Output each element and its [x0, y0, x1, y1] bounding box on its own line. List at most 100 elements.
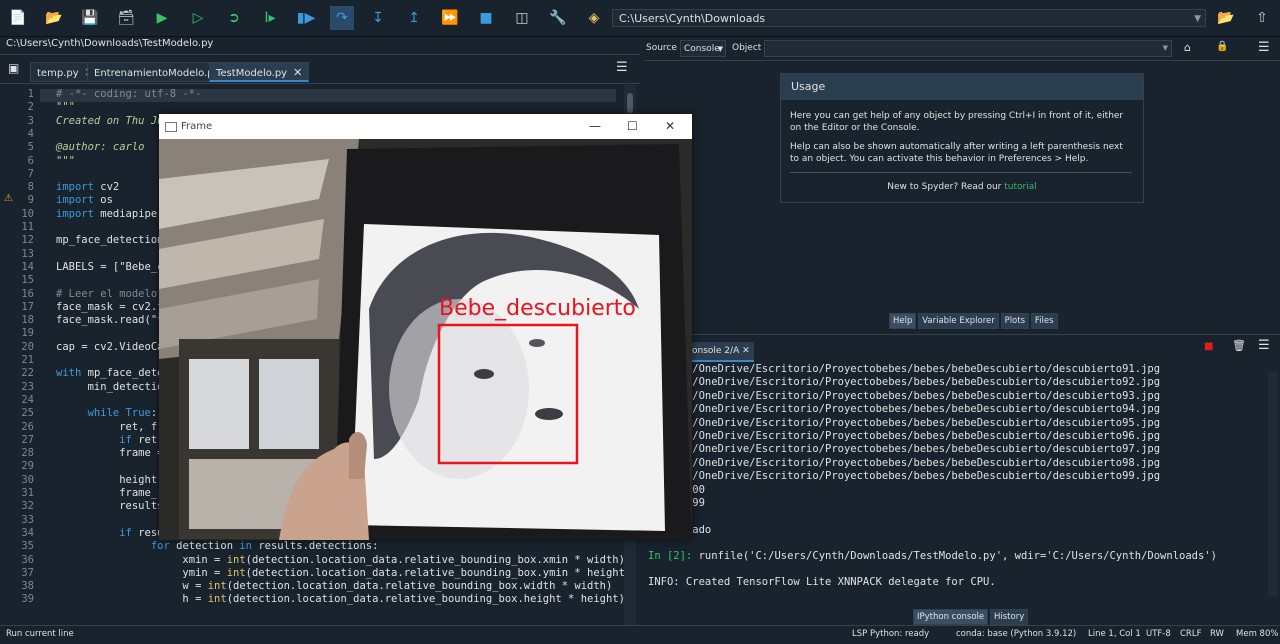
- save-all-icon[interactable]: 🗃: [114, 6, 138, 30]
- code-line: LABELS = ["Bebe_c: [56, 260, 164, 273]
- line-number: 17: [21, 300, 34, 313]
- code-line: for detection in results.detections:: [150, 540, 379, 553]
- working-directory-combo[interactable]: C:\Users\Cynth\Downloads ▼: [612, 9, 1206, 27]
- run-icon[interactable]: ▶: [150, 6, 174, 30]
- line-number: 18: [21, 314, 34, 327]
- tab-console[interactable]: onsole 2/A ✕: [688, 342, 754, 362]
- stop-debug-icon[interactable]: ■: [474, 6, 498, 30]
- eol-status: CRLF: [1180, 629, 1202, 639]
- close-icon[interactable]: ✕: [293, 66, 302, 79]
- line-number: 11: [21, 221, 34, 233]
- console-pane-tabs: IPython console History: [913, 608, 1029, 625]
- tab-ipython-console[interactable]: IPython console: [913, 609, 989, 625]
- tab-label: EntrenamientoModelo.py: [94, 68, 220, 79]
- line-number: 8: [27, 181, 34, 194]
- line-number: 3: [27, 114, 34, 127]
- code-line: Created on Thu Ju: [56, 114, 164, 127]
- options-menu-icon[interactable]: ☰: [1258, 338, 1270, 353]
- source-combo[interactable]: Console ▼: [680, 40, 726, 57]
- python-path-icon[interactable]: ◈: [582, 6, 606, 30]
- help-pane: Usage Here you can get help of any objec…: [644, 60, 1280, 329]
- line-number: 10: [21, 207, 34, 220]
- tab-files[interactable]: Files: [1030, 313, 1058, 329]
- line-number: 39: [21, 593, 34, 606]
- options-menu-icon[interactable]: ☰: [1258, 40, 1270, 55]
- console-line: s/Cynth/OneDrive/Escritorio/Proyectobebe…: [648, 403, 1161, 416]
- run-selection-icon[interactable]: I▸: [258, 6, 282, 30]
- ipython-console-pane: onsole 2/A ✕ ■ 🗑 ☰ s/Cynth/OneDrive/Escr…: [644, 334, 1280, 626]
- save-icon[interactable]: 💾: [78, 6, 102, 30]
- line-number: 34: [21, 526, 34, 539]
- editor-tabbar: ▣ temp.py✕ EntrenamientoModelo.py✕ TestM…: [0, 55, 640, 84]
- console-tab-label: onsole 2/A: [692, 346, 740, 356]
- continue-icon[interactable]: ⏩: [438, 6, 462, 30]
- console-line: s/Cynth/OneDrive/Escritorio/Proyectobebe…: [648, 376, 1161, 389]
- code-line: """: [56, 101, 75, 114]
- preferences-icon[interactable]: 🔧: [546, 6, 570, 30]
- scrollbar-thumb[interactable]: [627, 93, 633, 113]
- chevron-down-icon[interactable]: ▼: [1163, 41, 1168, 56]
- parent-folder-icon[interactable]: ⇧: [1250, 6, 1274, 30]
- step-over-icon[interactable]: ↷: [330, 6, 354, 30]
- open-folder-icon[interactable]: 📂: [42, 6, 66, 30]
- code-line: # Leer el modelo: [56, 287, 158, 300]
- code-line: """: [56, 154, 75, 167]
- code-line: height,: [56, 473, 164, 486]
- console-line: s/Cynth/OneDrive/Escritorio/Proyectobebe…: [648, 430, 1161, 442]
- tab-testmodelo[interactable]: TestModelo.py ✕: [209, 62, 310, 82]
- new-file-icon[interactable]: 📄: [6, 6, 30, 30]
- run-cell-icon[interactable]: ▷: [186, 6, 210, 30]
- step-return-icon[interactable]: ↥: [402, 6, 426, 30]
- opencv-frame-window[interactable]: Frame — ☐ ✕ Bebe_descubierto: [159, 114, 692, 540]
- debug-icon[interactable]: ▮▶: [294, 6, 318, 30]
- line-number: 6: [27, 154, 34, 167]
- console-line: s/Cynth/OneDrive/Escritorio/Proyectobebe…: [648, 389, 1161, 402]
- object-label: Object: [732, 43, 762, 53]
- conda-status[interactable]: conda: base (Python 3.9.12): [956, 626, 1076, 643]
- code-line: with mp_face_dete: [56, 367, 164, 380]
- tab-history[interactable]: History: [989, 609, 1029, 625]
- code-line: import os: [56, 194, 113, 207]
- run-cell-advance-icon[interactable]: ➲: [222, 6, 246, 30]
- tab-variable-explorer[interactable]: Variable Explorer: [918, 313, 999, 329]
- console-scrollbar[interactable]: [1268, 371, 1278, 597]
- clear-console-icon[interactable]: 🗑: [1232, 339, 1246, 352]
- object-input[interactable]: ▼: [764, 40, 1172, 57]
- line-number: 31: [21, 487, 34, 499]
- home-icon[interactable]: ⌂: [1184, 41, 1191, 54]
- code-line: frame =: [56, 447, 164, 460]
- tutorial-link[interactable]: tutorial: [1004, 182, 1036, 192]
- browse-tabs-icon[interactable]: ▣: [8, 61, 19, 75]
- options-menu-icon[interactable]: ☰: [616, 60, 628, 75]
- close-button[interactable]: ✕: [665, 114, 675, 139]
- line-number: 19: [21, 327, 34, 340]
- line-number: 4: [27, 127, 34, 140]
- usage-text-1: Here you can get help of any object by p…: [790, 111, 1124, 133]
- new-to-spyder-text: New to Spyder? Read our: [887, 182, 1002, 192]
- stop-icon[interactable]: ■: [1204, 341, 1213, 352]
- working-directory-value: C:\Users\Cynth\Downloads: [619, 12, 766, 25]
- close-icon[interactable]: ✕: [742, 346, 750, 356]
- tab-label: temp.py: [37, 68, 79, 79]
- frame-titlebar[interactable]: Frame — ☐ ✕: [159, 114, 692, 139]
- tab-plots[interactable]: Plots: [1000, 313, 1030, 329]
- tab-help[interactable]: Help: [889, 313, 917, 329]
- chevron-down-icon[interactable]: ▼: [718, 41, 723, 58]
- line-number: 30: [21, 473, 34, 486]
- browse-folder-icon[interactable]: 📂: [1214, 6, 1238, 30]
- line-number: 27: [21, 433, 34, 446]
- chevron-down-icon[interactable]: ▼: [1194, 10, 1201, 28]
- code-line: mp_face_detection: [56, 234, 164, 247]
- frame-title: Frame: [181, 121, 213, 132]
- code-line: import mediapipe a: [56, 207, 170, 220]
- maximize-button[interactable]: ☐: [627, 114, 638, 139]
- line-number: 22: [21, 367, 34, 380]
- source-label: Source: [646, 43, 677, 53]
- lock-icon[interactable]: 🔒: [1216, 41, 1228, 52]
- minimize-button[interactable]: —: [589, 114, 601, 139]
- line-number: 5: [27, 141, 34, 154]
- status-message: Run current line: [6, 629, 74, 639]
- step-into-icon[interactable]: ↧: [366, 6, 390, 30]
- line-number: 32: [21, 500, 34, 513]
- maximize-pane-icon[interactable]: ◫: [510, 6, 534, 30]
